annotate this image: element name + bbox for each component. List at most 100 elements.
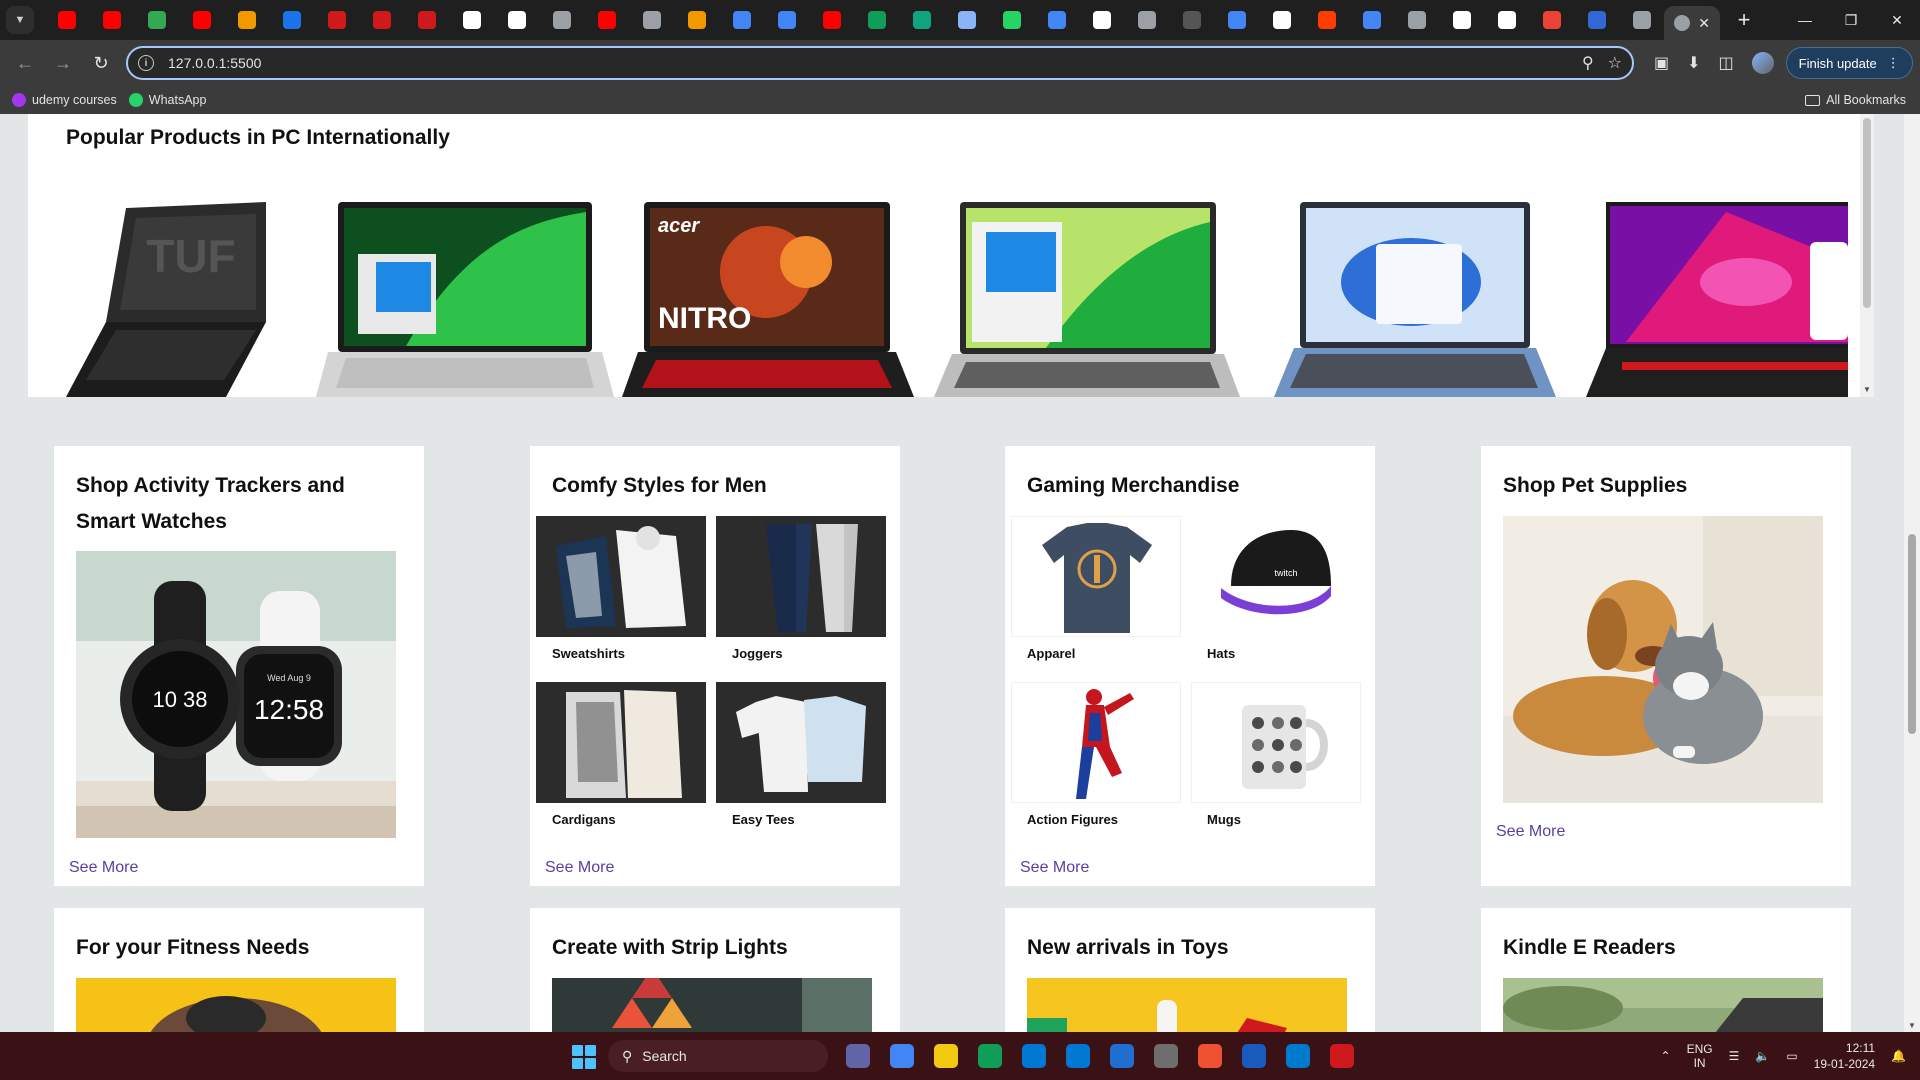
sweatshirts-image[interactable] — [536, 516, 706, 637]
pinned-tab[interactable] — [1394, 0, 1439, 40]
pinned-tab[interactable] — [224, 0, 269, 40]
see-more-link[interactable]: See More — [69, 859, 138, 877]
pinned-tab[interactable] — [1619, 0, 1664, 40]
pinned-tab[interactable] — [1214, 0, 1259, 40]
taskbar-app-button[interactable] — [1104, 1040, 1140, 1072]
profile-avatar[interactable] — [1751, 52, 1774, 74]
minimize-button[interactable]: — — [1782, 0, 1828, 40]
pinned-tab[interactable] — [899, 0, 944, 40]
carousel-scrollbar[interactable]: ▼ — [1860, 114, 1874, 397]
kindle-image[interactable] — [1503, 978, 1823, 1032]
pinned-tab[interactable] — [1079, 0, 1124, 40]
taskbar-app-button[interactable] — [928, 1040, 964, 1072]
taskbar-app-button[interactable] — [884, 1040, 920, 1072]
notification-bell-icon[interactable]: 🔔 — [1891, 1049, 1906, 1063]
pinned-tab[interactable] — [854, 0, 899, 40]
taskbar-app-button[interactable] — [1236, 1040, 1272, 1072]
pinned-tab[interactable] — [134, 0, 179, 40]
pinned-tab[interactable] — [314, 0, 359, 40]
pinned-tab[interactable] — [809, 0, 854, 40]
close-window-button[interactable]: ✕ — [1874, 0, 1920, 40]
apparel-image[interactable] — [1011, 516, 1181, 637]
tab-search-button[interactable]: ▼ — [6, 6, 34, 34]
taskbar-app-button[interactable] — [1324, 1040, 1360, 1072]
address-bar[interactable]: i 127.0.0.1:5500 ⚲ ☆ — [126, 46, 1634, 80]
new-tab-button[interactable]: + — [1726, 7, 1762, 33]
bookmark-udemy[interactable]: udemy courses — [12, 93, 117, 107]
taskbar-app-button[interactable] — [1280, 1040, 1316, 1072]
scroll-down-icon[interactable]: ▼ — [1863, 385, 1871, 394]
mugs-image[interactable] — [1191, 682, 1361, 803]
language-indicator[interactable]: ENG IN — [1687, 1042, 1713, 1070]
pinned-tab[interactable] — [44, 0, 89, 40]
cardigans-image[interactable] — [536, 682, 706, 803]
all-bookmarks-button[interactable]: All Bookmarks — [1805, 93, 1906, 107]
joggers-image[interactable] — [716, 516, 886, 637]
toys-image[interactable] — [1027, 978, 1347, 1032]
pinned-tab[interactable] — [674, 0, 719, 40]
restore-button[interactable]: ❐ — [1828, 0, 1874, 40]
pinned-tab[interactable] — [1304, 0, 1349, 40]
pinned-tab[interactable] — [179, 0, 224, 40]
taskbar-search[interactable]: ⚲ Search — [608, 1040, 828, 1072]
forward-button[interactable]: → — [46, 46, 80, 80]
action-figures-image[interactable] — [1011, 682, 1181, 803]
pinned-tab[interactable] — [1034, 0, 1079, 40]
pinned-tab[interactable] — [494, 0, 539, 40]
pinned-tab[interactable] — [719, 0, 764, 40]
downloads-icon[interactable]: ⬇ — [1687, 53, 1700, 73]
pinned-tab[interactable] — [449, 0, 494, 40]
site-info-icon[interactable]: i — [138, 55, 154, 71]
pinned-tab[interactable] — [1574, 0, 1619, 40]
scroll-down-icon[interactable]: ▼ — [1908, 1021, 1916, 1030]
start-button[interactable] — [572, 1045, 596, 1069]
bookmark-whatsapp[interactable]: WhatsApp — [128, 93, 206, 107]
show-hidden-icons-icon[interactable]: ⌃ — [1661, 1049, 1671, 1063]
pinned-tab[interactable] — [1439, 0, 1484, 40]
pinned-tab[interactable] — [539, 0, 584, 40]
smart-watches-image[interactable]: 12:58 Wed Aug 9 10 38 — [76, 551, 396, 838]
side-panel-icon[interactable]: ◫ — [1719, 53, 1734, 73]
close-tab-icon[interactable]: ✕ — [1698, 15, 1710, 32]
taskbar-app-button[interactable] — [1192, 1040, 1228, 1072]
pet-supplies-image[interactable] — [1503, 516, 1823, 803]
carousel-scrollbar-thumb[interactable] — [1863, 118, 1871, 308]
pinned-tab[interactable] — [989, 0, 1034, 40]
pinned-tab[interactable] — [269, 0, 314, 40]
hats-image[interactable]: twitch — [1191, 516, 1361, 637]
page-scrollbar-thumb[interactable] — [1908, 534, 1916, 734]
easy-tees-image[interactable] — [716, 682, 886, 803]
pinned-tab[interactable] — [944, 0, 989, 40]
pinned-tab[interactable] — [1169, 0, 1214, 40]
strip-lights-image[interactable] — [552, 978, 872, 1032]
active-tab[interactable]: ✕ — [1664, 6, 1720, 40]
pinned-tab[interactable] — [1124, 0, 1169, 40]
pinned-tab[interactable] — [1484, 0, 1529, 40]
see-more-link[interactable]: See More — [1020, 859, 1089, 877]
pinned-tab[interactable] — [89, 0, 134, 40]
battery-icon[interactable]: ▭ — [1786, 1049, 1797, 1063]
finish-update-button[interactable]: Finish update ⋮ — [1785, 47, 1913, 79]
taskbar-app-button[interactable] — [972, 1040, 1008, 1072]
pinned-tab[interactable] — [764, 0, 809, 40]
zoom-icon[interactable]: ⚲ — [1582, 53, 1594, 73]
pinned-tab[interactable] — [584, 0, 629, 40]
taskbar-app-button[interactable] — [840, 1040, 876, 1072]
reload-button[interactable]: ↻ — [84, 46, 118, 80]
pinned-tab[interactable] — [1529, 0, 1574, 40]
taskbar-app-button[interactable] — [1148, 1040, 1184, 1072]
pinned-tab[interactable] — [404, 0, 449, 40]
extensions-icon[interactable]: ▣ — [1654, 53, 1669, 73]
fitness-image[interactable] — [76, 978, 396, 1032]
taskbar-app-button[interactable] — [1060, 1040, 1096, 1072]
url-text[interactable]: 127.0.0.1:5500 — [168, 55, 261, 71]
volume-icon[interactable]: 🔈 — [1755, 1049, 1770, 1063]
pinned-tab[interactable] — [1259, 0, 1304, 40]
see-more-link[interactable]: See More — [1496, 823, 1565, 841]
wifi-icon[interactable]: ☰ — [1729, 1049, 1740, 1063]
see-more-link[interactable]: See More — [545, 859, 614, 877]
back-button[interactable]: ← — [8, 46, 42, 80]
pinned-tab[interactable] — [1349, 0, 1394, 40]
pinned-tab[interactable] — [629, 0, 674, 40]
pinned-tab[interactable] — [359, 0, 404, 40]
